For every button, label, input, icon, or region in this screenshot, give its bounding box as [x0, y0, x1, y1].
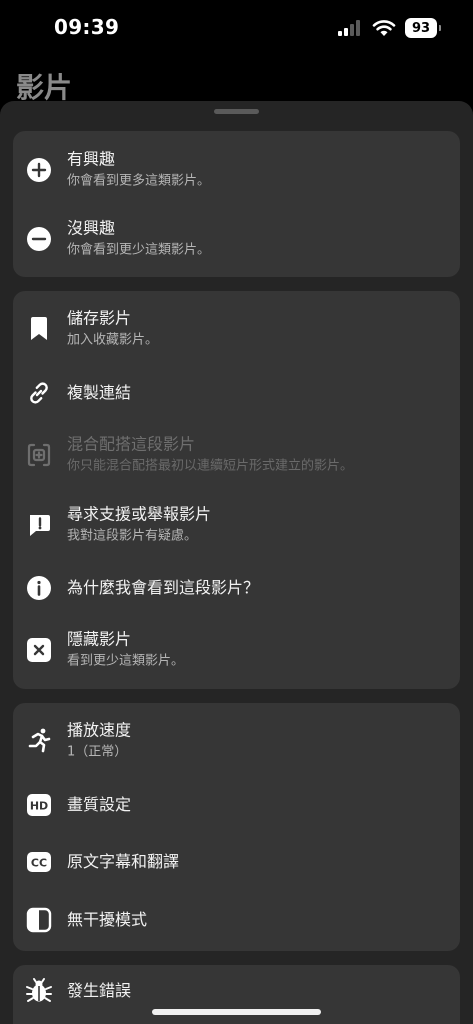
item-label: 有興趣: [67, 149, 116, 169]
wifi-icon: [372, 20, 396, 36]
item-label: 原文字幕和翻譯: [67, 852, 180, 871]
svg-text:CC: CC: [31, 857, 47, 870]
item-label: 為什麼我會看到這段影片？: [67, 578, 260, 597]
link-icon: [25, 379, 53, 407]
item-label: 混合配搭這段影片: [67, 434, 196, 454]
screen: 09:39 93 影片 有興趣 你會看到更多這類影片。 沒興趣 你會看到更少這類…: [0, 0, 473, 1024]
playback-settings-group: 播放速度 1（正常） HD 畫質設定 CC 原文字幕和翻譯 無干擾模式: [13, 703, 460, 951]
options-bottom-sheet: 有興趣 你會看到更多這類影片。 沒興趣 你會看到更少這類影片。 儲存影片 加入收…: [0, 101, 473, 1024]
item-subtitle: 看到更少這類影片。: [67, 653, 185, 669]
item-subtitle: 加入收藏影片。: [67, 332, 159, 348]
info-icon: [25, 574, 53, 602]
item-label: 尋求支援或舉報影片: [67, 504, 212, 524]
item-label: 發生錯誤: [67, 981, 132, 1000]
item-subtitle: 你會看到更少這類影片。: [67, 242, 211, 258]
captions-translation-item[interactable]: CC 原文字幕和翻譯: [13, 832, 460, 892]
bookmark-icon: [25, 315, 53, 343]
remix-icon: [25, 441, 53, 469]
item-label: 複製連結: [67, 383, 132, 402]
signal-icon: [338, 20, 360, 36]
why-seeing-item[interactable]: 為什麼我會看到這段影片？: [13, 558, 460, 618]
report-problem-group: 發生錯誤: [13, 965, 460, 1024]
bug-icon: [25, 977, 53, 1005]
page-title: 影片: [16, 71, 73, 104]
copy-link-item[interactable]: 複製連結: [13, 363, 460, 423]
quality-settings-item[interactable]: HD 畫質設定: [13, 775, 460, 835]
home-indicator: [152, 1009, 321, 1015]
not-interested-item[interactable]: 沒興趣 你會看到更少這類影片。: [13, 209, 460, 269]
battery-icon: 93: [405, 18, 441, 38]
item-label: 沒興趣: [67, 218, 116, 238]
distraction-free-item[interactable]: 無干擾模式: [13, 890, 460, 950]
contrast-icon: [25, 906, 53, 934]
minus-circle-icon: [25, 225, 53, 253]
plus-circle-icon: [25, 156, 53, 184]
interested-item[interactable]: 有興趣 你會看到更多這類影片。: [13, 140, 460, 200]
hide-x-icon: [25, 636, 53, 664]
item-label: 隱藏影片: [67, 629, 132, 649]
status-icons: 93: [337, 16, 441, 40]
item-subtitle: 1（正常）: [67, 744, 128, 760]
report-video-item[interactable]: 尋求支援或舉報影片 我對這段影片有疑慮。: [13, 495, 460, 555]
interest-group: 有興趣 你會看到更多這類影片。 沒興趣 你會看到更少這類影片。: [13, 131, 460, 277]
item-label: 畫質設定: [67, 795, 132, 814]
save-video-item[interactable]: 儲存影片 加入收藏影片。: [13, 299, 460, 359]
report-icon: [25, 511, 53, 539]
item-label: 無干擾模式: [67, 910, 148, 929]
hd-icon: HD: [25, 791, 53, 819]
cc-icon: CC: [25, 848, 53, 876]
item-label: 播放速度: [67, 720, 132, 740]
drag-handle[interactable]: [214, 109, 259, 114]
battery-level: 93: [411, 20, 431, 36]
running-icon: [25, 727, 53, 755]
item-subtitle: 你只能混合配搭最初以連續短片形式建立的影片。: [67, 458, 354, 474]
remix-video-item: 混合配搭這段影片 你只能混合配搭最初以連續短片形式建立的影片。: [13, 425, 460, 485]
hide-video-item[interactable]: 隱藏影片 看到更少這類影片。: [13, 620, 460, 680]
svg-text:HD: HD: [30, 800, 48, 813]
item-subtitle: 我對這段影片有疑慮。: [67, 528, 198, 544]
item-label: 儲存影片: [67, 308, 132, 328]
item-subtitle: 你會看到更多這類影片。: [67, 173, 211, 189]
status-bar: 09:39 93: [0, 0, 473, 56]
playback-speed-item[interactable]: 播放速度 1（正常）: [13, 711, 460, 771]
video-actions-group: 儲存影片 加入收藏影片。 複製連結 混合配搭這段影片 你只能混合配搭最初以連續短…: [13, 291, 460, 689]
status-time: 09:39: [54, 15, 120, 39]
